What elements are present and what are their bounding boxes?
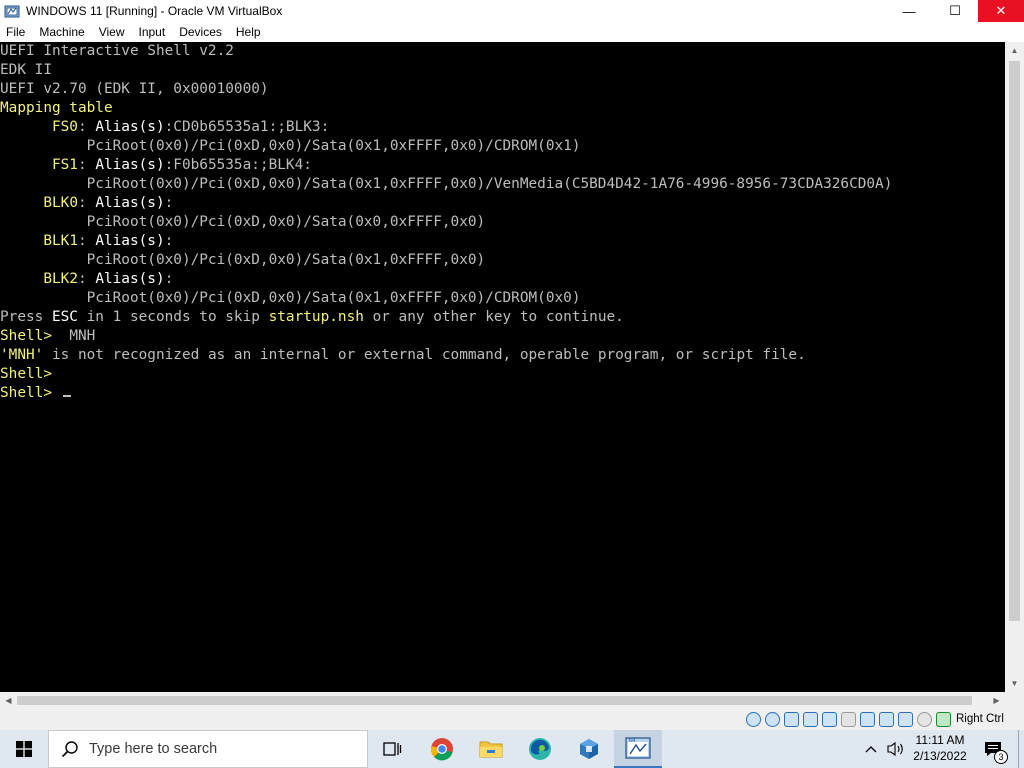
console-line: Mapping table [0, 100, 113, 116]
keyboard-capture-status-icon[interactable] [936, 712, 951, 727]
search-placeholder: Type here to search [89, 741, 218, 757]
scroll-right-arrow-icon[interactable]: ▶ [988, 692, 1005, 709]
edge-taskbar-button[interactable] [516, 730, 564, 768]
chrome-taskbar-button[interactable] [418, 730, 466, 768]
usb-status-icon[interactable] [822, 712, 837, 727]
notification-count-badge: 3 [994, 750, 1008, 764]
task-view-icon [383, 742, 402, 756]
scroll-up-arrow-icon[interactable]: ▲ [1005, 42, 1024, 59]
taskbar-search-box[interactable]: Type here to search [48, 730, 368, 768]
menu-machine[interactable]: Machine [33, 25, 92, 39]
vm-console-screen[interactable]: UEFI Interactive Shell v2.2 EDK II UEFI … [0, 42, 1005, 692]
menu-view[interactable]: View [93, 25, 133, 39]
mapping-entry-blk1: BLK1: Alias(s): [43, 233, 174, 249]
close-button[interactable]: ✕ [978, 0, 1024, 22]
shell-prompt-line: Shell> [0, 366, 52, 382]
console-line: EDK II [0, 62, 52, 78]
mapping-path-fs1: PciRoot(0x0)/Pci(0xD,0x0)/Sata(0x1,0xFFF… [86, 176, 893, 192]
mouse-integration-status-icon[interactable] [917, 712, 932, 727]
menu-input[interactable]: Input [133, 25, 174, 39]
virtualbox-cube-icon [580, 739, 598, 759]
vertical-scrollbar[interactable]: ▲ ▼ [1005, 42, 1024, 692]
recording-status-icon[interactable] [879, 712, 894, 727]
windows-logo-icon [16, 741, 32, 757]
menu-file[interactable]: File [0, 25, 33, 39]
horizontal-scroll-thumb[interactable] [17, 696, 972, 705]
optical-drive-status-icon[interactable] [765, 712, 780, 727]
clock-time: 11:11 AM [915, 733, 965, 747]
mapping-path-blk2: PciRoot(0x0)/Pci(0xD,0x0)/Sata(0x1,0xFFF… [86, 290, 581, 306]
folder-icon [479, 741, 503, 758]
shared-folders-status-icon[interactable] [841, 712, 856, 727]
console-line: UEFI v2.70 (EDK II, 0x00010000) [0, 81, 269, 97]
text-cursor [62, 395, 71, 397]
vertical-scroll-thumb[interactable] [1009, 61, 1020, 621]
volume-icon[interactable] [884, 730, 908, 768]
clock-date: 2/13/2022 [913, 749, 967, 763]
maximize-button[interactable]: ☐ [932, 0, 978, 22]
action-center-button[interactable]: 3 [978, 730, 1008, 768]
audio-status-icon[interactable] [784, 712, 799, 727]
mapping-entry-fs1: FS1: Alias(s):F0b65535a:;BLK4: [51, 157, 312, 173]
mapping-entry-blk2: BLK2: Alias(s): [43, 271, 174, 287]
mapping-path-fs0: PciRoot(0x0)/Pci(0xD,0x0)/Sata(0x1,0xFFF… [86, 138, 581, 154]
display-status-icon[interactable] [860, 712, 875, 727]
windows-taskbar: Type here to search 64 11:11 AM 2/13/202… [0, 730, 1024, 768]
scroll-left-arrow-icon[interactable]: ◀ [0, 692, 17, 709]
menu-help[interactable]: Help [230, 25, 269, 39]
network-status-icon[interactable] [803, 712, 818, 727]
start-button[interactable] [0, 730, 48, 768]
file-explorer-taskbar-button[interactable] [467, 730, 515, 768]
system-clock[interactable]: 11:11 AM 2/13/2022 [910, 732, 970, 766]
virtualbox-icon [4, 3, 20, 19]
task-view-button[interactable] [368, 730, 416, 768]
mapping-entry-blk0: BLK0: Alias(s): [43, 195, 174, 211]
vm-window-taskbar-button[interactable]: 64 [614, 730, 662, 768]
edge-icon [529, 738, 551, 760]
search-icon [61, 741, 78, 758]
virtualbox-manager-taskbar-button[interactable] [565, 730, 613, 768]
vm-window-icon: 64 [625, 737, 651, 759]
menu-devices[interactable]: Devices [173, 25, 230, 39]
error-line: 'MNH' is not recognized as an internal o… [0, 347, 806, 363]
scroll-down-arrow-icon[interactable]: ▼ [1005, 675, 1024, 692]
shell-command-line: Shell> MNH [0, 328, 96, 344]
hard-disk-status-icon[interactable] [746, 712, 761, 727]
window-title: WINDOWS 11 [Running] - Oracle VM Virtual… [26, 4, 283, 18]
host-key-label: Right Ctrl [956, 713, 1004, 725]
mapping-path-blk0: PciRoot(0x0)/Pci(0xD,0x0)/Sata(0x0,0xFFF… [86, 214, 486, 230]
minimize-button[interactable]: — [886, 0, 932, 22]
mapping-path-blk1: PciRoot(0x0)/Pci(0xD,0x0)/Sata(0x1,0xFFF… [86, 252, 486, 268]
startup-prompt-line: Press ESC in 1 seconds to skip startup.n… [0, 309, 624, 325]
show-desktop-button[interactable] [1018, 730, 1024, 768]
vm-status-bar: Right Ctrl [0, 709, 1024, 730]
title-bar[interactable]: WINDOWS 11 [Running] - Oracle VM Virtual… [0, 0, 1024, 22]
menu-bar: File Machine View Input Devices Help [0, 22, 1024, 42]
mapping-entry-fs0: FS0: Alias(s):CD0b65535a1:;BLK3: [51, 119, 330, 135]
scrollbar-corner [1005, 692, 1024, 709]
svg-text:64: 64 [629, 738, 635, 744]
cpu-virtualization-status-icon[interactable] [898, 712, 913, 727]
show-hidden-icons-chevron-icon[interactable] [860, 730, 882, 768]
console-line: UEFI Interactive Shell v2.2 [0, 43, 234, 59]
shell-input-line[interactable]: Shell> [0, 384, 1005, 403]
chrome-icon [430, 738, 453, 761]
horizontal-scrollbar[interactable]: ◀ ▶ [0, 692, 1005, 709]
